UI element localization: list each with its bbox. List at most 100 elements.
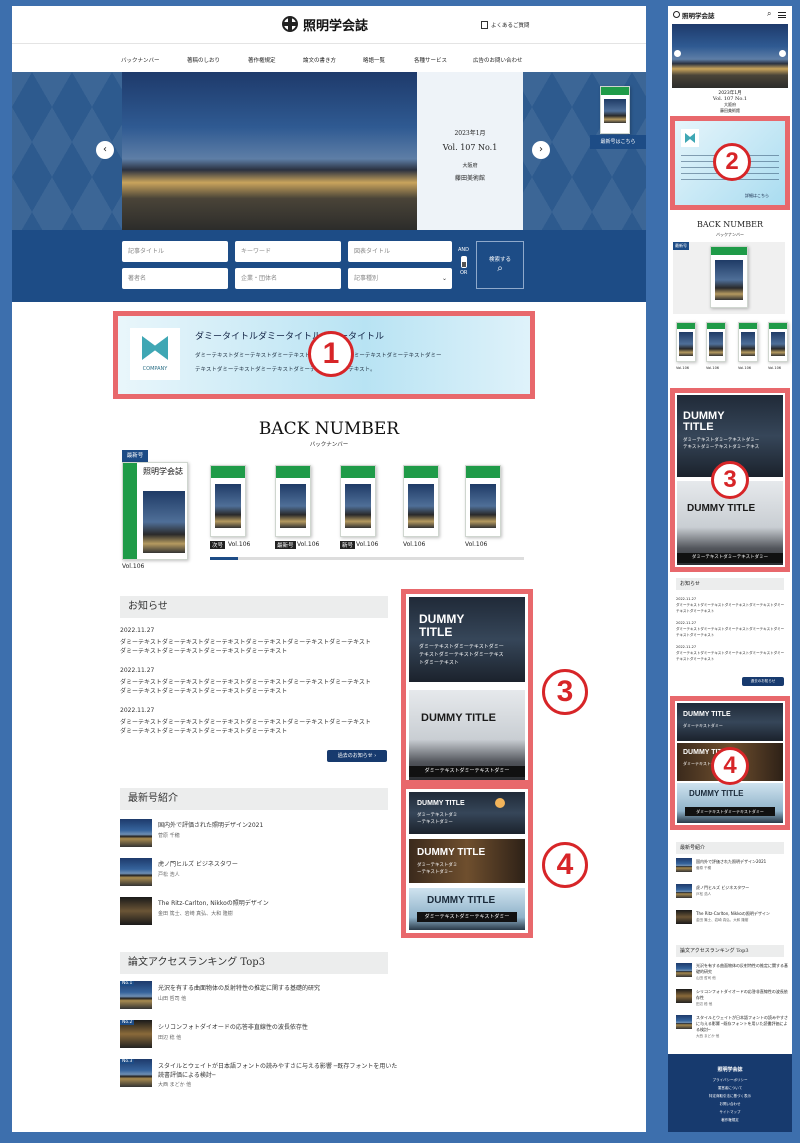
backnumber-cover[interactable]	[403, 465, 439, 537]
search-button[interactable]: 検索する ⌕	[476, 241, 524, 289]
article-type-select[interactable]: 記事種別 ⌄	[348, 268, 452, 289]
article-title-input[interactable]: 記事タイトル	[122, 241, 228, 262]
nav-item[interactable]: 広告のお問い合わせ	[473, 56, 523, 64]
news-text[interactable]: ダミーテキストダミーテキストダミーテキストダミーテキストダミーテキストダミーテキ…	[120, 678, 395, 687]
article-thumb[interactable]	[676, 910, 692, 924]
article-title[interactable]: 虎ノ門ヒルズ ビジネスタワー	[696, 885, 749, 891]
chevron-right-icon: ›	[374, 753, 377, 759]
footer-link[interactable]: 運営者について	[668, 1084, 792, 1092]
carousel-prev-button[interactable]: ‹	[96, 141, 114, 159]
news-date: 2022.11.27	[120, 667, 155, 674]
desktop-page: 照明学会誌 よくあるご質問 バックナンバー 著稿のしおり 著作権規定 論文の書き…	[12, 6, 646, 1132]
news-text[interactable]: ダミーテキストダミーテキストダミーテキストダミーテキストダミーテキストダミーテキ…	[120, 638, 395, 647]
mobile-ranking-heading: 論文アクセスランキング Top3	[676, 945, 784, 957]
nav-item[interactable]: 論文の書き方	[303, 56, 336, 64]
article-thumb[interactable]	[120, 897, 152, 925]
news-text[interactable]: ダミーテキストダミーテキストダミーテキストダミーテキストダミーテキストダミーテキ…	[676, 602, 786, 614]
ad-banner-highlight: COMPANY ダミータイトルダミータイトルダミータイトル ダミーテキストダミー…	[113, 311, 535, 399]
side-ad-small[interactable]: DUMMY TITLE ダミーテキストダミーテキストダミー	[409, 839, 525, 883]
latest-issue-cover[interactable]: 照明学会誌	[122, 462, 188, 560]
chevron-down-icon: ⌄	[441, 275, 447, 282]
ranking-title[interactable]: 光沢を有する曲面物体の反射特性の推定に関する基礎的研究	[696, 963, 788, 975]
backnumber-scrollbar[interactable]	[210, 557, 524, 560]
menu-icon[interactable]	[778, 12, 786, 18]
latest-cover[interactable]	[600, 86, 630, 134]
search-panel: 記事タイトル キーワード 図表タイトル 著者名 企業・団体名 記事種別 ⌄ AND…	[12, 230, 646, 302]
search-icon: ⌕	[497, 263, 503, 274]
backnumber-cover[interactable]	[465, 465, 501, 537]
news-text[interactable]: ダミーテキストダミーテキストダミーテキストダミーテキストダミーテキストダミーテキ…	[676, 650, 786, 662]
mobile-site-title[interactable]: 照明学会誌	[682, 10, 715, 20]
carousel-prev-button[interactable]	[674, 50, 681, 57]
marker-4-mobile: 4	[711, 747, 749, 785]
company-input[interactable]: 企業・団体名	[235, 268, 341, 289]
article-title[interactable]: The Ritz-Carlton, Nikkoの照明デザイン	[158, 899, 269, 908]
ranking-thumb[interactable]	[676, 963, 692, 977]
search-icon[interactable]: ⌕	[767, 9, 771, 19]
ranking-title[interactable]: シリコンフォトダイオードの応答非直線性の波長依存性	[158, 1023, 308, 1032]
article-title[interactable]: 国内外で評価された照明デザイン2021	[696, 859, 766, 865]
ranking-title[interactable]: 光沢を有する曲面物体の反射特性の推定に関する基礎的研究	[158, 984, 320, 993]
ranking-title[interactable]: スタイルとウェイトが日本語フォントの読みやすさに与える影響 ─既存フォントを用い…	[696, 1015, 788, 1033]
article-thumb[interactable]	[676, 884, 692, 898]
news-text[interactable]: ダミーテキストダミーテキストダミーテキストダミーテキスト	[120, 727, 395, 736]
mobile-backnumber-cover[interactable]	[706, 322, 726, 362]
article-thumb[interactable]	[676, 858, 692, 872]
ranking-thumb[interactable]	[676, 1015, 692, 1029]
mobile-backnumber-cover[interactable]	[768, 322, 788, 362]
news-text[interactable]: ダミーテキストダミーテキストダミーテキストダミーテキストダミーテキストダミーテキ…	[676, 626, 786, 638]
ranking-thumb[interactable]	[676, 989, 692, 1003]
side-ad-small[interactable]: DUMMY TITLE ダミーテキストダミーテキストダミー	[409, 792, 525, 834]
mobile-backnumber-cover[interactable]	[738, 322, 758, 362]
ranking-title[interactable]: シリコンフォトダイオードの応答非直線性の波長依存性	[696, 989, 788, 1001]
mobile-latest-cover[interactable]	[710, 246, 748, 308]
article-title[interactable]: The Ritz-Carlton, Nikkoの照明デザイン	[696, 911, 788, 917]
latest-issue-link[interactable]: 最新号はこちら	[590, 135, 646, 149]
footer-link[interactable]: お問い合わせ	[668, 1100, 792, 1108]
article-thumb[interactable]	[120, 819, 152, 847]
side-ad-title: DUMMY TITLE	[683, 711, 731, 718]
author-input[interactable]: 著者名	[122, 268, 228, 289]
rank-badge: No.1	[120, 981, 135, 986]
faq-link[interactable]: よくあるご質問	[491, 21, 530, 29]
nav-item[interactable]: 各種サービス	[414, 56, 447, 64]
carousel-next-button[interactable]: ›	[532, 141, 550, 159]
mobile-backnumber-cover[interactable]	[676, 322, 696, 362]
news-text[interactable]: ダミーテキストダミーテキストダミーテキストダミーテキストダミーテキストダミーテキ…	[120, 718, 395, 727]
mobile-news-more-button[interactable]: 過去のお知らせ	[742, 677, 784, 686]
company-logo-icon	[685, 133, 695, 143]
footer-link[interactable]: 著作権規定	[668, 1116, 792, 1124]
footer-link[interactable]: プライバシーポリシー	[668, 1076, 792, 1084]
ad-group-3-highlight: DUMMY TITLE ダミーテキストダミーテキストダミー テキストダミーテキストダ…	[401, 589, 533, 785]
mobile-banner-more[interactable]: 詳細はこちら	[745, 193, 769, 199]
nav-item[interactable]: バックナンバー	[121, 56, 160, 64]
keyword-input[interactable]: キーワード	[235, 241, 341, 262]
side-ad-light[interactable]: DUMMY TITLE ダミーテキストダミーテキストダミー	[409, 690, 525, 780]
mobile-side-ad-small[interactable]: DUMMY TITLE ダミーテキストダミーテキストダミー	[677, 783, 783, 823]
mobile-ad-4-highlight: DUMMY TITLE ダミーテキストダミー DUMMY TITLE ダミーテキ…	[670, 696, 790, 830]
backnumber-cover[interactable]	[210, 465, 246, 537]
article-title[interactable]: 国内外で評価された照明デザイン2021	[158, 821, 263, 830]
side-ad-dark[interactable]: DUMMY TITLE ダミーテキストダミーテキストダミー テキストダミーテキストダ…	[409, 597, 525, 682]
ranking-author: 大西 まどか 他	[696, 1034, 720, 1038]
nav-item[interactable]: 略語一覧	[363, 56, 385, 64]
footer-link[interactable]: サイトマップ	[668, 1108, 792, 1116]
article-title[interactable]: 虎ノ門ヒルズ ビジネスタワー	[158, 860, 238, 869]
ranking-title[interactable]: スタイルとウェイトが日本語フォントの読みやすさに与える影響 ─既存フォントを用い…	[158, 1062, 398, 1080]
footer-link[interactable]: 特定商取引法に基づく表示	[668, 1092, 792, 1100]
news-text[interactable]: ダミーテキストダミーテキストダミーテキストダミーテキスト	[120, 687, 395, 696]
side-ad-title: DUMMY TITLE	[421, 712, 496, 724]
nav-item[interactable]: 著稿のしおり	[187, 56, 220, 64]
site-title[interactable]: 照明学会誌	[303, 15, 368, 34]
side-ad-small[interactable]: DUMMY TITLE ダミーテキストダミーテキストダミー	[409, 888, 525, 930]
news-more-button[interactable]: 過去のお知らせ ›	[327, 750, 387, 762]
and-or-toggle[interactable]	[461, 256, 467, 268]
backnumber-cover[interactable]	[340, 465, 376, 537]
backnumber-cover[interactable]	[275, 465, 311, 537]
mobile-side-ad-small[interactable]: DUMMY TITLE ダミーテキストダミー	[677, 703, 783, 741]
nav-item[interactable]: 著作権規定	[248, 56, 276, 64]
news-text[interactable]: ダミーテキストダミーテキストダミーテキストダミーテキスト	[120, 647, 395, 656]
article-thumb[interactable]	[120, 858, 152, 886]
figure-title-input[interactable]: 図表タイトル	[348, 241, 452, 262]
carousel-next-button[interactable]	[779, 50, 786, 57]
